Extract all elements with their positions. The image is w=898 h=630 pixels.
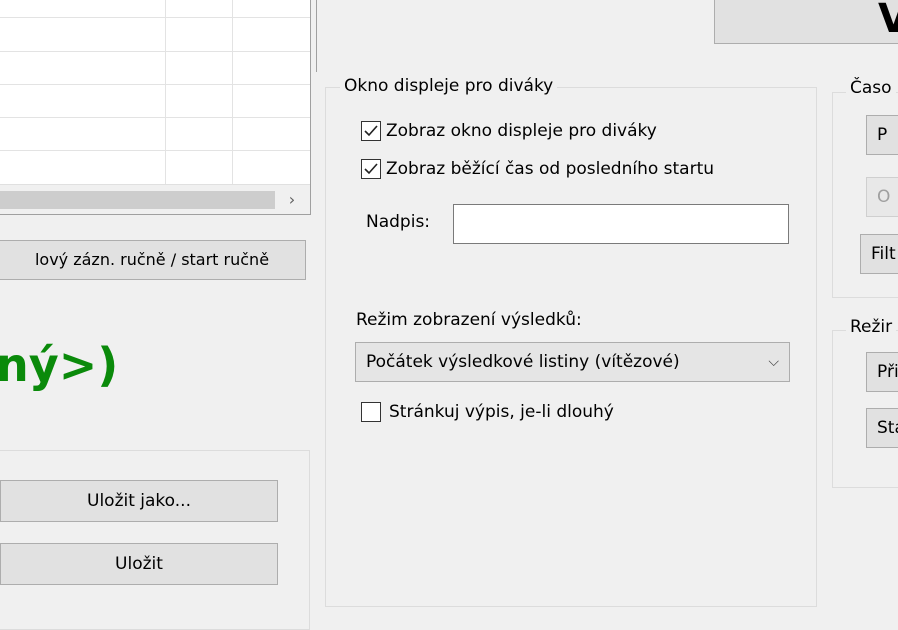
filter-button[interactable]: Filt: [860, 234, 898, 274]
mode-button-2[interactable]: Sta: [866, 408, 898, 448]
time-group-legend: Časo: [846, 78, 896, 98]
separator: [316, 0, 317, 72]
results-mode-select[interactable]: Počátek výsledkové listiny (vítězové) ⌵: [355, 342, 790, 382]
scrollbar-thumb[interactable]: [0, 191, 275, 209]
top-action-button[interactable]: V: [714, 0, 898, 44]
save-group: [0, 450, 310, 630]
title-input[interactable]: [453, 204, 789, 244]
show-window-checkbox[interactable]: [361, 121, 381, 141]
scroll-right-arrow-icon[interactable]: ›: [280, 187, 304, 213]
top-action-label: V: [878, 0, 898, 42]
save-as-button[interactable]: Uložit jako...: [0, 480, 278, 522]
paginate-label[interactable]: Stránkuj výpis, je-li dlouhý: [389, 400, 614, 424]
manual-record-start-button[interactable]: lový zázn. ručně / start ručně: [0, 240, 306, 280]
time-button-1[interactable]: P: [866, 115, 898, 155]
title-label: Nadpis:: [366, 212, 431, 232]
current-competitor-status: ný>): [0, 338, 119, 392]
checkmark-icon: [364, 125, 378, 137]
results-mode-label: Režim zobrazení výsledků:: [356, 310, 582, 330]
mode-button-1[interactable]: Při: [866, 352, 898, 392]
show-running-time-label[interactable]: Zobraz běžící čas od posledního startu: [386, 157, 714, 181]
save-button[interactable]: Uložit: [0, 543, 278, 585]
horizontal-scrollbar[interactable]: ›: [0, 184, 310, 214]
mode-group-legend: Režir: [846, 317, 897, 337]
viewer-display-legend: Okno displeje pro diváky: [340, 76, 558, 96]
show-running-time-checkbox[interactable]: [361, 159, 381, 179]
paginate-checkbox[interactable]: [361, 402, 381, 422]
results-mode-value: Počátek výsledkové listiny (vítězové): [366, 352, 680, 372]
show-window-label[interactable]: Zobraz okno displeje pro diváky: [386, 119, 657, 143]
checkmark-icon: [364, 163, 378, 175]
time-button-2[interactable]: O: [866, 177, 898, 217]
chevron-down-icon: ⌵: [768, 354, 779, 370]
results-grid[interactable]: ›: [0, 0, 311, 215]
